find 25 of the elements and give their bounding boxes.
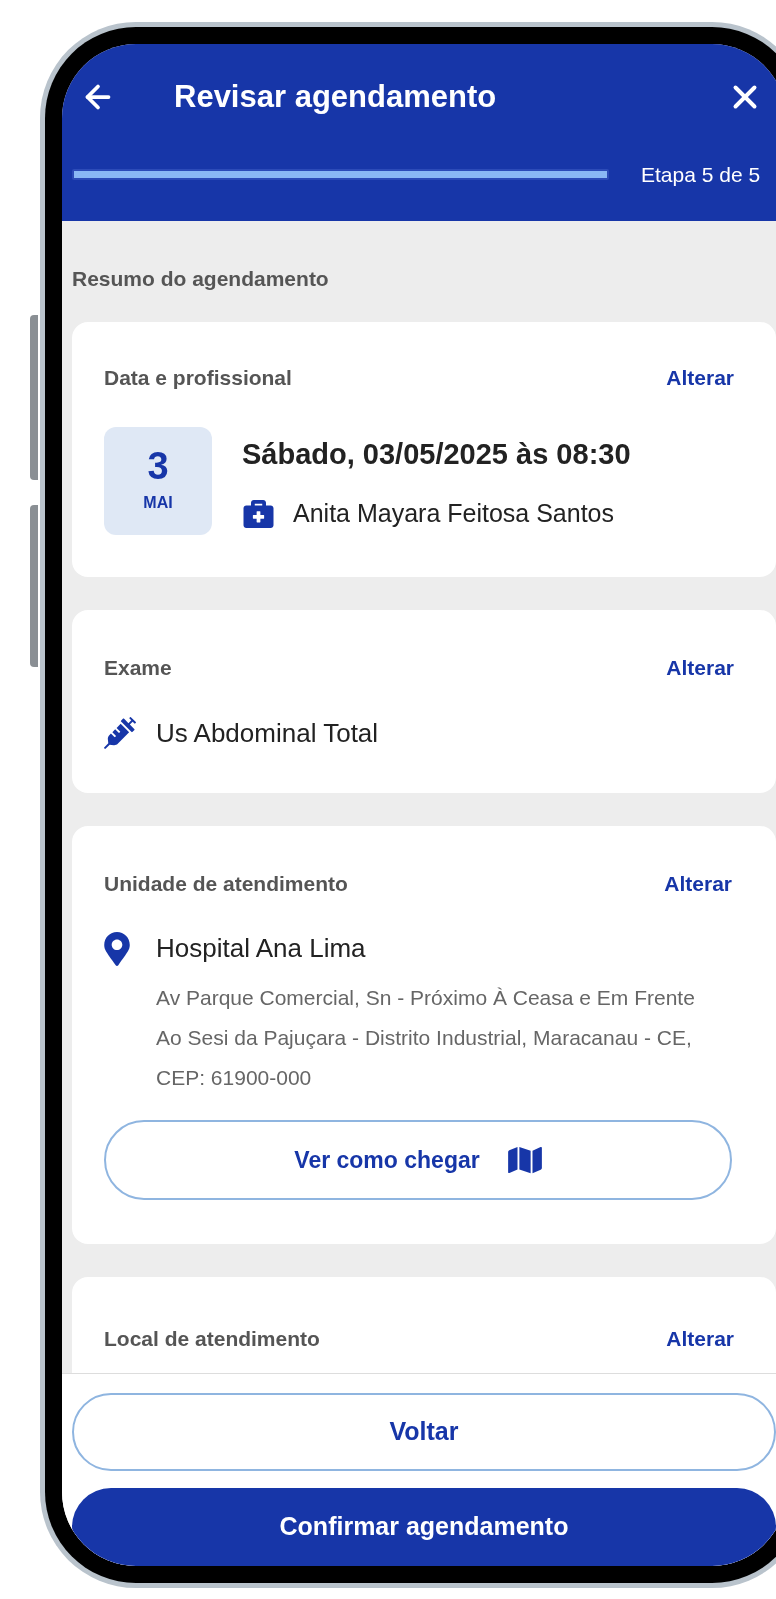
- month-label: MAI: [143, 493, 173, 513]
- screen-title: Revisar agendamento: [174, 78, 497, 116]
- location-pin-icon: [104, 931, 130, 966]
- syringe-icon: [104, 717, 136, 749]
- section-title: Resumo do agendamento: [72, 266, 330, 292]
- directions-button[interactable]: Ver como chegar: [104, 1120, 732, 1200]
- back-button[interactable]: Voltar: [72, 1393, 776, 1472]
- change-link[interactable]: Alterar: [666, 652, 734, 684]
- unit-name: Hospital Ana Lima: [156, 932, 366, 965]
- change-link[interactable]: Alterar: [666, 1323, 734, 1355]
- day-number: 3: [147, 447, 169, 485]
- map-icon: [507, 1145, 542, 1175]
- medical-briefcase-icon: [242, 498, 275, 529]
- appointment-datetime: Sábado, 03/05/2025 às 08:30: [242, 437, 631, 472]
- unit-address: Av Parque Comercial, Sn - Próximo À Ceasa e Em Frente Ao Sesi da Pajuçara - Distrito Industrial, Maracanau - CE, CEP: 61900-000: [156, 985, 696, 1091]
- confirm-button[interactable]: Confirmar agendamento: [72, 1488, 776, 1566]
- exam-name: Us Abdominal Total: [156, 716, 379, 750]
- card-title: Data e profissional: [104, 364, 292, 391]
- card-title: Unidade de atendimento: [104, 870, 348, 897]
- change-link[interactable]: Alterar: [666, 361, 734, 393]
- professional-name: Anita Mayara Feitosa Santos: [293, 497, 614, 529]
- card-title: Local de atendimento: [104, 1326, 320, 1352]
- change-link[interactable]: Alterar: [664, 867, 732, 899]
- card-title: Exame: [104, 655, 172, 681]
- step-label: Etapa 5 de 5: [641, 161, 761, 188]
